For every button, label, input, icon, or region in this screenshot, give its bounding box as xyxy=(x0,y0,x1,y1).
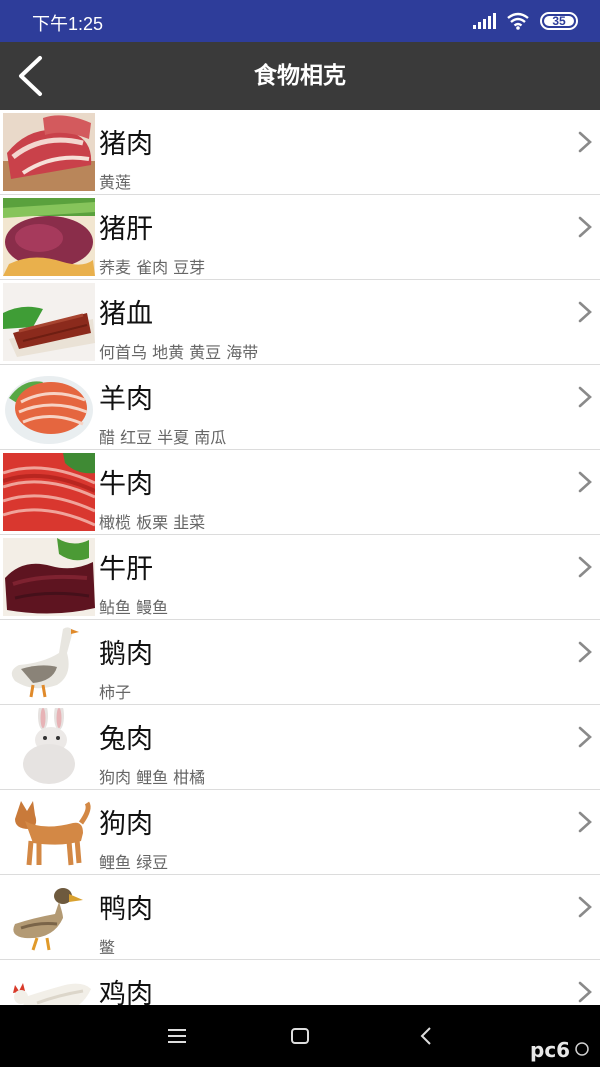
chevron-right-icon xyxy=(578,981,592,1003)
chevron-right-icon xyxy=(578,641,592,663)
battery-icon: 35 xyxy=(540,12,578,30)
pc6-watermark-logo: pc6 xyxy=(530,1038,589,1062)
chevron-right-icon xyxy=(578,896,592,918)
list-item[interactable]: 鸭肉 鳖 xyxy=(0,875,600,960)
item-conflicts: 橄榄 板栗 韭菜 xyxy=(99,513,206,532)
item-name: 羊肉 xyxy=(99,384,153,415)
item-conflicts: 柿子 xyxy=(99,683,132,702)
list-item[interactable]: 兔肉 狗肉 鲤鱼 柑橘 xyxy=(0,705,600,790)
svg-text:pc6: pc6 xyxy=(530,1038,570,1062)
chevron-right-icon xyxy=(578,216,592,238)
pork-liver-photo xyxy=(3,198,95,276)
chevron-right-icon xyxy=(578,726,592,748)
item-conflicts: 狗肉 鲤鱼 柑橘 xyxy=(99,768,206,787)
item-conflicts: 鲇鱼 鳗鱼 xyxy=(99,598,169,617)
item-conflicts: 黄莲 xyxy=(99,173,132,192)
pork-blood-photo xyxy=(3,283,95,361)
list-item[interactable]: 羊肉 醋 红豆 半夏 南瓜 xyxy=(0,365,600,450)
status-bar: 下午1:25 35 xyxy=(0,0,600,42)
chevron-right-icon xyxy=(578,386,592,408)
item-name: 鸭肉 xyxy=(99,894,153,925)
item-conflicts: 鳖 xyxy=(99,938,116,957)
chevron-right-icon xyxy=(578,471,592,493)
item-name: 猪肝 xyxy=(99,214,153,245)
list-item[interactable]: 牛肝 鲇鱼 鳗鱼 xyxy=(0,535,600,620)
home-icon xyxy=(291,1028,309,1044)
item-name: 猪肉 xyxy=(99,129,153,160)
signal-icon xyxy=(473,13,496,29)
list-item[interactable]: 猪血 何首乌 地黄 黄豆 海带 xyxy=(0,280,600,365)
app-bar: 食物相克 xyxy=(0,42,600,110)
food-list[interactable]: 猪肉 黄莲 猪肝 荞麦 雀肉 豆芽 猪血 何首乌 地黄 黄豆 海带 羊肉 醋 红… xyxy=(0,110,600,1005)
beef-photo xyxy=(3,453,95,531)
page-title: 食物相克 xyxy=(254,63,346,89)
wifi-icon xyxy=(507,12,529,30)
nav-back-icon xyxy=(420,1027,431,1045)
item-name: 牛肝 xyxy=(99,554,153,585)
item-conflicts: 荞麦 雀肉 豆芽 xyxy=(99,258,206,277)
item-name: 兔肉 xyxy=(99,724,153,755)
chevron-right-icon xyxy=(578,131,592,153)
home-button[interactable] xyxy=(260,1005,340,1067)
status-icons: 35 xyxy=(473,10,578,32)
battery-level: 35 xyxy=(552,14,566,28)
list-item[interactable]: 牛肉 橄榄 板栗 韭菜 xyxy=(0,450,600,535)
rabbit-photo xyxy=(3,708,95,786)
system-nav-bar: pc6 xyxy=(0,1005,600,1067)
dog-photo xyxy=(3,793,95,871)
status-time: 下午1:25 xyxy=(32,14,104,34)
item-conflicts: 鲤鱼 绿豆 xyxy=(99,853,169,872)
item-conflicts: 醋 红豆 半夏 南瓜 xyxy=(99,428,227,447)
item-conflicts: 何首乌 地黄 黄豆 海带 xyxy=(99,343,259,362)
list-item[interactable]: 鹅肉 柿子 xyxy=(0,620,600,705)
item-name: 牛肉 xyxy=(99,469,153,500)
item-name: 鸡肉 xyxy=(99,979,153,1005)
chevron-right-icon xyxy=(578,301,592,323)
pork-photo xyxy=(3,113,95,191)
duck-photo xyxy=(3,878,95,956)
goose-photo xyxy=(3,623,95,701)
list-item[interactable]: 猪肝 荞麦 雀肉 豆芽 xyxy=(0,195,600,280)
chicken-photo xyxy=(3,963,95,1005)
menu-icon xyxy=(168,1029,186,1043)
item-name: 猪血 xyxy=(99,299,153,330)
item-name: 鹅肉 xyxy=(99,639,153,670)
nav-back-button[interactable] xyxy=(386,1005,466,1067)
beef-liver-photo xyxy=(3,538,95,616)
list-item[interactable]: 鸡肉 xyxy=(0,960,600,1005)
lamb-photo xyxy=(3,368,95,446)
chevron-right-icon xyxy=(578,556,592,578)
item-name: 狗肉 xyxy=(99,809,153,840)
chevron-right-icon xyxy=(578,811,592,833)
menu-button[interactable] xyxy=(137,1005,217,1067)
list-item[interactable]: 狗肉 鲤鱼 绿豆 xyxy=(0,790,600,875)
list-item[interactable]: 猪肉 黄莲 xyxy=(0,110,600,195)
